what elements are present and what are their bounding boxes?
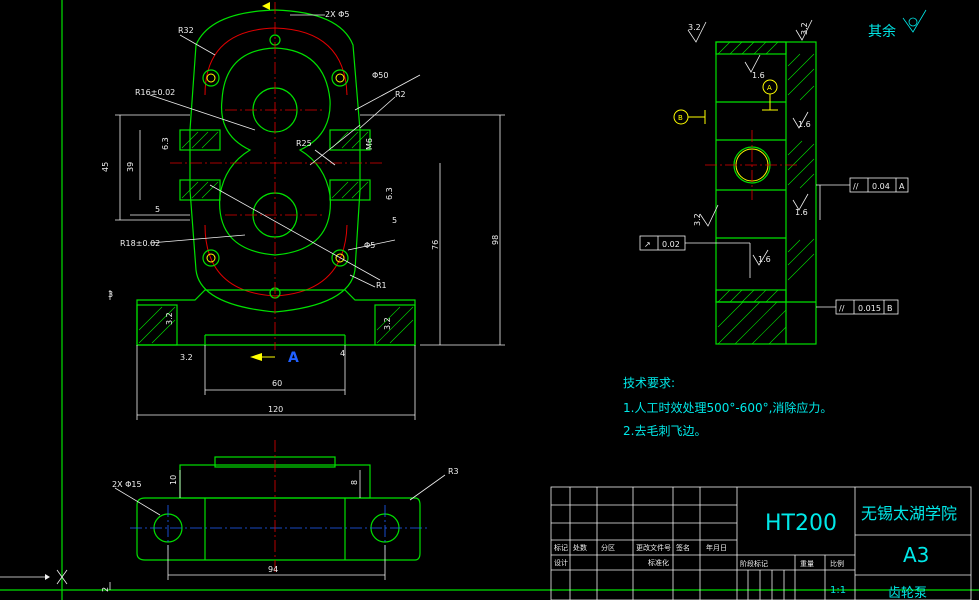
row-label-mark: 标记 [554,543,568,552]
tech-req-line-1: 1.人工时效处理500°-600°,消除应力。 [623,400,832,415]
datum-b-marker: B [678,114,683,122]
front-view [109,2,505,420]
radius-top: R32 [178,26,194,35]
tol2-symbol: ↗ [644,240,651,249]
radius-r1: R1 [376,281,387,290]
dim-120: 120 [268,405,283,414]
radius-r2: R2 [395,90,406,99]
material-label: HT200 [765,511,837,536]
bottom-holes-note: 2X Φ15 [112,480,142,489]
side-roughness-2: 3.2 [800,22,809,35]
dim-4: 4 [340,349,345,358]
title-block: HT200 无锡太湖学院 A3 齿轮泵 1:1 标记 处数 分区 更改文件号 签… [550,486,972,600]
roughness-63-left: 6.3 [161,137,170,150]
side-view: A B 3.2 3.2 1.6 1.6 1.6 3.2 1.6 // 0.04 … [639,19,909,345]
dim-39: 39 [126,162,135,172]
side-roughness-1: 3.2 [688,23,701,32]
paper-size: A3 [903,543,929,567]
roughness-32-bottom: 3.2 [180,353,193,362]
dim-10: 10 [169,475,178,485]
dim-5a: 5 [155,205,160,214]
tolerance-note: R16±0.02 [135,88,175,97]
other-roughness-note: 其余 [868,9,927,40]
tech-req-title: 技术要求: [623,376,675,390]
tol2-value: 0.02 [662,240,680,249]
hole-note-2: Φ50 [372,71,388,80]
cad-drawing[interactable]: 2X Φ5 R32 Φ50 R16±0.02 R2 R25 R18±0.02 Φ… [0,0,979,600]
dim-5b: 5 [392,216,397,225]
bottom-view: 2X Φ15 10 8 R3 94 2 [101,440,459,592]
dim-98: 98 [491,235,500,245]
radius-r3: R3 [448,467,459,476]
side-roughness-7: 1.6 [758,255,771,264]
tol3-symbol: // [839,304,845,313]
dim-76: 76 [431,240,440,250]
scale-label: 比例 [830,559,844,568]
dim-m6: M6 [365,138,374,150]
school-name: 无锡太湖学院 [861,504,957,523]
tol3-value: 0.015 [858,304,881,313]
tol3-ref: B [887,304,893,313]
ucs-icon [0,569,68,585]
dim-94: 94 [268,565,278,574]
row-label-standard: 标准化 [648,558,669,567]
other-roughness-text: 其余 [868,23,896,40]
row-label-date: 年月日 [706,543,727,552]
section-label: A [288,350,299,366]
dim-60: 60 [272,379,282,388]
radius-r25: R25 [296,139,312,148]
roughness-32-right: 3.2 [383,317,392,330]
side-roughness-6: 3.2 [693,213,702,226]
side-roughness-5: 1.6 [795,208,808,217]
radius-r6: Φ5 [364,241,375,250]
datum-a-marker: A [767,84,772,92]
row-label-change: 更改文件号 [636,543,671,552]
roughness-32-left: 3.2 [165,312,174,325]
row-label-design: 设计 [554,558,568,567]
radius-r18: R18±0.02 [120,239,160,248]
dim-3: 3 [108,290,113,299]
row-label-count: 处数 [573,543,587,552]
roughness-63-right: 6.3 [385,187,394,200]
holes-note: 2X Φ5 [325,10,350,19]
dim-8: 8 [350,480,359,485]
dim-2: 2 [101,587,110,592]
dim-45: 45 [101,162,110,172]
technical-requirements: 技术要求: 1.人工时效处理500°-600°,消除应力。 2.去毛刺飞边。 [623,376,832,438]
weight-label: 重量 [800,560,814,568]
side-roughness-3: 1.6 [752,71,765,80]
part-name: 齿轮泵 [888,586,927,600]
tol1-ref: A [899,182,905,191]
row-label-zone: 分区 [601,543,615,552]
tol1-symbol: // [853,182,859,191]
row-label-sign: 签名 [676,543,690,552]
tol1-value: 0.04 [872,182,890,191]
stage-label: 阶段标记 [740,559,768,568]
side-roughness-4: 1.6 [798,120,811,129]
scale-value: 1:1 [830,585,846,596]
tech-req-line-2: 2.去毛刺飞边。 [623,424,706,438]
